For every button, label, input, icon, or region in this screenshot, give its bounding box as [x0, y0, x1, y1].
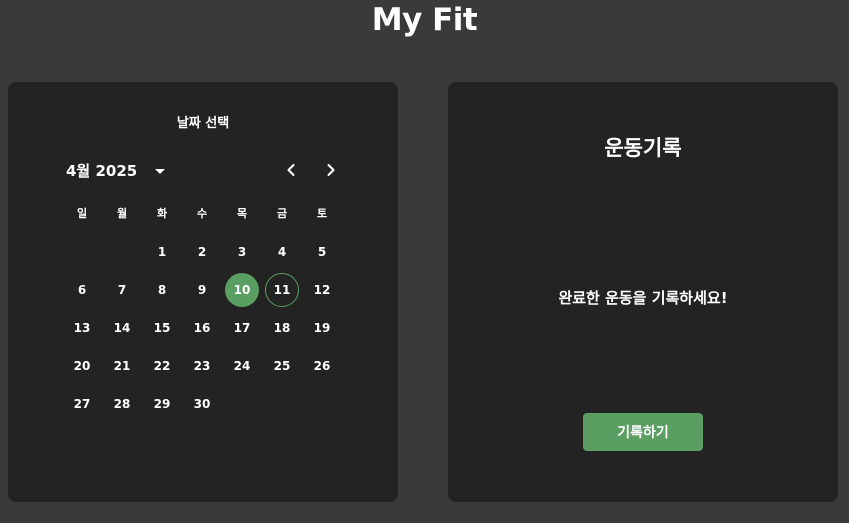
calendar-empty-cell: [222, 385, 262, 423]
calendar-day[interactable]: 26: [302, 347, 342, 385]
record-prompt: 완료한 운동을 기록하세요!: [558, 289, 728, 307]
calendar-day[interactable]: 22: [142, 347, 182, 385]
calendar-day[interactable]: 30: [182, 385, 222, 423]
calendar-day[interactable]: 28: [102, 385, 142, 423]
calendar-day-number: 12: [313, 283, 331, 297]
calendar-day[interactable]: 20: [62, 347, 102, 385]
calendar-week-row: 20 21 22 23 24 25 26: [62, 347, 342, 385]
weekday-label: 일: [76, 207, 88, 220]
calendar-week-row: 6 7 8 9 10 11 12: [62, 271, 342, 309]
calendar-day[interactable]: 16: [182, 309, 222, 347]
weekday-label: 금: [276, 207, 288, 220]
calendar-day-number: 11: [265, 273, 299, 307]
calendar-day[interactable]: 1: [142, 233, 182, 271]
month-label: 4월 2025: [66, 162, 138, 180]
calendar-day-number: 27: [73, 397, 91, 411]
calendar-day-number: 23: [193, 359, 211, 373]
calendar-day[interactable]: 14: [102, 309, 142, 347]
calendar-day[interactable]: 23: [182, 347, 222, 385]
calendar-day-number: 7: [117, 283, 127, 297]
calendar-day[interactable]: 9: [182, 271, 222, 309]
record-button[interactable]: 기록하기: [583, 413, 703, 451]
calendar-day-number: 17: [233, 321, 251, 335]
weekday-label: 토: [316, 207, 328, 220]
calendar-empty-cell: [102, 233, 142, 271]
calendar-day-number: 2: [197, 245, 207, 259]
calendar-day-number: 8: [157, 283, 167, 297]
calendar-day-number: 28: [113, 397, 131, 411]
chevron-right-icon: [327, 164, 335, 176]
calendar-day[interactable]: 7: [102, 271, 142, 309]
calendar-day[interactable]: 12: [302, 271, 342, 309]
record-title: 운동기록: [604, 136, 682, 160]
calendar-day-number: 22: [153, 359, 171, 373]
calendar-day[interactable]: 29: [142, 385, 182, 423]
app-title: My Fit: [371, 2, 478, 38]
calendar-day[interactable]: 21: [102, 347, 142, 385]
weekday-label: 수: [196, 207, 208, 220]
calendar-week-row: 13 14 15 16 17 18 19: [62, 309, 342, 347]
calendar-empty-cell: [62, 233, 102, 271]
calendar-day[interactable]: 10: [222, 271, 262, 309]
month-year-selector[interactable]: 4월 2025: [66, 160, 166, 181]
calendar-empty-cell: [302, 385, 342, 423]
calendar-day[interactable]: 6: [62, 271, 102, 309]
calendar-day[interactable]: 4: [262, 233, 302, 271]
calendar-day[interactable]: 24: [222, 347, 262, 385]
calendar-day-number: 26: [313, 359, 331, 373]
weekday-label: 화: [156, 207, 168, 220]
chevron-left-icon: [287, 164, 295, 176]
calendar-day-number: 19: [313, 321, 331, 335]
weekday-label: 월: [116, 207, 128, 220]
calendar-day-number: 13: [73, 321, 91, 335]
calendar-day-number: 29: [153, 397, 171, 411]
calendar-week-row: 27 28 29 30: [62, 385, 342, 423]
calendar-panel: 날짜 선택 4월 2025 일 월 화 수 목 금 토 1 2 3 4 5 6 7 8 9 10 1…: [8, 82, 398, 502]
calendar-empty-cell: [262, 385, 302, 423]
calendar-day[interactable]: 8: [142, 271, 182, 309]
calendar-day-number: 18: [273, 321, 291, 335]
calendar-day[interactable]: 17: [222, 309, 262, 347]
weekday-label: 목: [236, 207, 248, 220]
calendar-day[interactable]: 15: [142, 309, 182, 347]
calendar-title: 날짜 선택: [176, 116, 230, 131]
calendar-day-number: 14: [113, 321, 131, 335]
calendar-day[interactable]: 3: [222, 233, 262, 271]
weekday-header: 일 월 화 수 목 금 토: [62, 205, 342, 221]
calendar-day[interactable]: 27: [62, 385, 102, 423]
caret-down-icon: [155, 169, 166, 174]
calendar-day[interactable]: 13: [62, 309, 102, 347]
calendar-day-number: 25: [273, 359, 291, 373]
calendar-day-number: 15: [153, 321, 171, 335]
calendar-day-number: 3: [237, 245, 247, 259]
calendar-week-row: 1 2 3 4 5: [62, 233, 342, 271]
calendar-day-number: 9: [197, 283, 207, 297]
calendar-day[interactable]: 11: [262, 271, 302, 309]
calendar-day[interactable]: 5: [302, 233, 342, 271]
calendar-day[interactable]: 19: [302, 309, 342, 347]
calendar-day-number: 10: [225, 273, 259, 307]
calendar-day-number: 1: [157, 245, 167, 259]
calendar-day[interactable]: 25: [262, 347, 302, 385]
calendar-day-number: 24: [233, 359, 251, 373]
calendar-day-number: 4: [277, 245, 287, 259]
previous-month-button[interactable]: [279, 158, 303, 182]
calendar-day-number: 21: [113, 359, 131, 373]
calendar-day-number: 6: [77, 283, 87, 297]
calendar-day-number: 20: [73, 359, 91, 373]
next-month-button[interactable]: [319, 158, 343, 182]
calendar-day[interactable]: 2: [182, 233, 222, 271]
calendar-day-number: 16: [193, 321, 211, 335]
calendar-day-number: 5: [317, 245, 327, 259]
calendar-day-number: 30: [193, 397, 211, 411]
calendar-day[interactable]: 18: [262, 309, 302, 347]
exercise-record-panel: 운동기록 완료한 운동을 기록하세요! 기록하기: [448, 82, 838, 502]
